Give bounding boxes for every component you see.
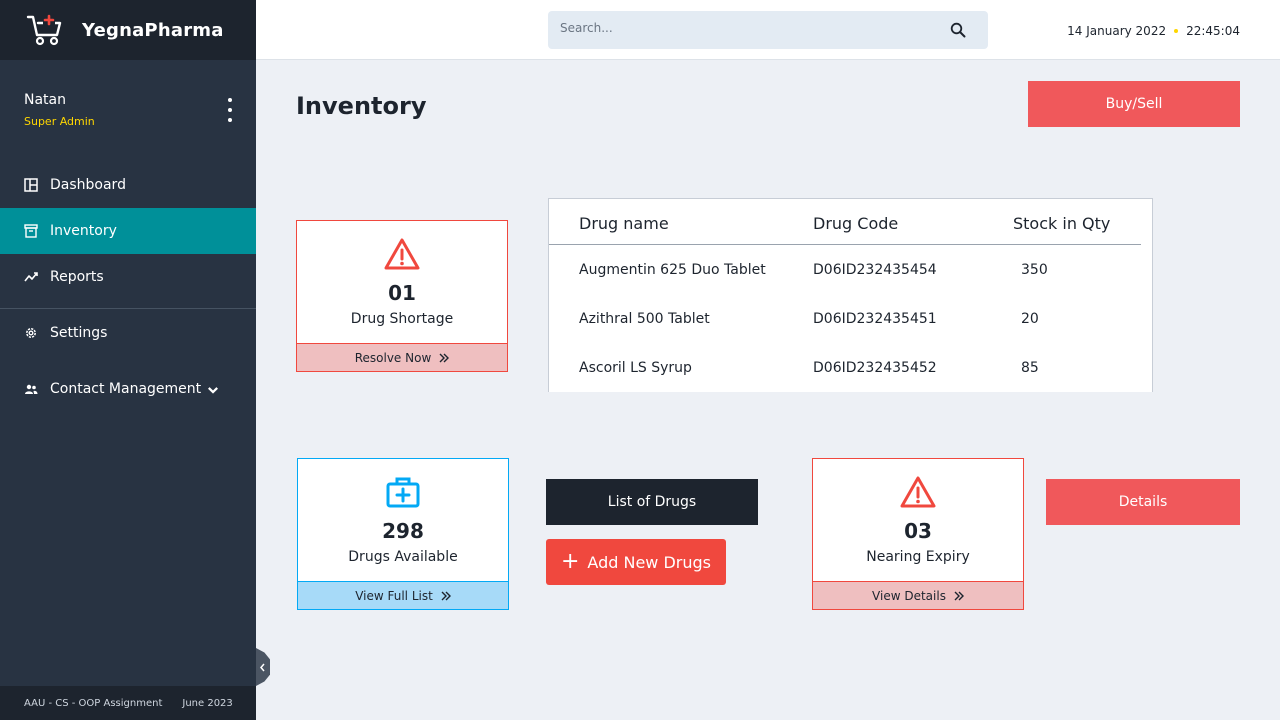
user-role: Super Admin bbox=[24, 115, 95, 128]
view-full-list-button[interactable]: View Full List bbox=[298, 581, 508, 609]
brand-bar: YegnaPharma bbox=[0, 0, 256, 60]
shortage-label: Drug Shortage bbox=[350, 311, 454, 327]
column-header-drug-name: Drug name bbox=[579, 214, 669, 233]
sidebar-item-label: Settings bbox=[50, 325, 108, 341]
column-header-drug-code: Drug Code bbox=[813, 214, 899, 233]
users-icon bbox=[25, 384, 38, 394]
sidebar-item-settings[interactable]: Settings bbox=[0, 310, 256, 356]
current-time: 22:45:04 bbox=[1186, 24, 1240, 38]
chevron-left-icon bbox=[259, 663, 265, 671]
add-new-drugs-label: Add New Drugs bbox=[587, 552, 711, 572]
drug-name-cell: Ascoril LS Syrup bbox=[579, 360, 692, 376]
footer-date: June 2023 bbox=[182, 697, 233, 709]
chevron-down-icon[interactable] bbox=[206, 383, 220, 397]
gear-icon bbox=[26, 328, 36, 338]
warning-icon bbox=[900, 476, 936, 508]
page-title: Inventory bbox=[296, 92, 427, 120]
search-input[interactable] bbox=[560, 21, 920, 35]
expiry-label: Nearing Expiry bbox=[866, 549, 970, 565]
sidebar-item-reports[interactable]: Reports bbox=[0, 254, 256, 300]
sidebar: YegnaPharma Natan Super Admin Dashboard … bbox=[0, 0, 256, 720]
view-details-button[interactable]: View Details bbox=[813, 581, 1023, 609]
top-bar: 14 January 2022 22:45:04 bbox=[256, 0, 1280, 60]
stock-cell: 85 bbox=[1021, 360, 1039, 376]
details-button[interactable]: Details bbox=[1046, 479, 1240, 525]
inventory-icon bbox=[24, 224, 38, 238]
resolve-now-label: Resolve Now bbox=[354, 350, 432, 365]
expiry-count: 03 bbox=[904, 519, 932, 543]
view-full-list-label: View Full List bbox=[355, 588, 433, 603]
drug-code-cell: D06ID232435452 bbox=[813, 360, 937, 376]
drug-code-cell: D06ID232435454 bbox=[813, 262, 937, 278]
table-header: Drug name Drug Code Stock in Qty bbox=[549, 199, 1141, 245]
drug-name-cell: Augmentin 625 Duo Tablet bbox=[579, 262, 766, 278]
search-box bbox=[548, 11, 988, 49]
separator-dot bbox=[1174, 29, 1179, 33]
user-name: Natan bbox=[24, 92, 66, 108]
current-date: 14 January 2022 bbox=[1067, 24, 1167, 38]
more-options-icon[interactable] bbox=[222, 98, 238, 122]
drugs-table: Drug name Drug Code Stock in Qty Augment… bbox=[548, 198, 1153, 392]
table-row[interactable]: Augmentin 625 Duo Tablet D06ID232435454 … bbox=[549, 245, 1141, 294]
nearing-expiry-card: 03 Nearing Expiry View Details bbox=[812, 458, 1024, 610]
list-of-drugs-button[interactable]: List of Drugs bbox=[546, 479, 758, 525]
sidebar-item-label: Reports bbox=[50, 269, 104, 285]
buy-sell-button[interactable]: Buy/Sell bbox=[1028, 81, 1240, 127]
drug-code-cell: D06ID232435451 bbox=[813, 311, 937, 327]
double-chevron-right-icon bbox=[954, 591, 964, 600]
warning-icon bbox=[384, 238, 420, 270]
medical-cart-icon bbox=[26, 14, 62, 46]
sidebar-item-label: Dashboard bbox=[50, 177, 126, 193]
brand-name: YegnaPharma bbox=[82, 19, 224, 41]
search-icon[interactable] bbox=[950, 22, 966, 38]
first-aid-kit-icon bbox=[386, 477, 420, 508]
sidebar-divider bbox=[0, 308, 256, 309]
drug-name-cell: Azithral 500 Tablet bbox=[579, 311, 710, 327]
footer-text: AAU - CS - OOP Assignment bbox=[24, 697, 163, 709]
sidebar-footer: AAU - CS - OOP Assignment June 2023 bbox=[0, 686, 256, 720]
shortage-count: 01 bbox=[388, 281, 416, 305]
double-chevron-right-icon bbox=[441, 591, 451, 600]
dashboard-icon bbox=[24, 178, 38, 192]
plus-icon: + bbox=[560, 549, 580, 574]
user-profile: Natan Super Admin bbox=[0, 60, 256, 158]
available-label: Drugs Available bbox=[348, 549, 458, 565]
view-details-label: View Details bbox=[872, 588, 946, 603]
sidebar-item-label: Inventory bbox=[50, 223, 117, 239]
available-count: 298 bbox=[382, 519, 424, 543]
table-row[interactable]: Ascoril LS Syrup D06ID232435452 85 bbox=[549, 343, 1141, 392]
stock-cell: 350 bbox=[1021, 262, 1048, 278]
reports-icon bbox=[24, 272, 38, 282]
sidebar-item-inventory[interactable]: Inventory bbox=[0, 208, 256, 254]
table-row[interactable]: Azithral 500 Tablet D06ID232435451 20 bbox=[549, 294, 1141, 343]
drugs-available-card: 298 Drugs Available View Full List bbox=[297, 458, 509, 610]
add-new-drugs-button[interactable]: + Add New Drugs bbox=[546, 539, 726, 585]
drug-shortage-card: 01 Drug Shortage Resolve Now bbox=[296, 220, 508, 372]
resolve-now-button[interactable]: Resolve Now bbox=[297, 343, 507, 371]
stock-cell: 20 bbox=[1021, 311, 1039, 327]
sidebar-collapse-handle[interactable] bbox=[256, 648, 270, 686]
sidebar-item-contact-management[interactable]: Contact Management bbox=[0, 366, 256, 412]
double-chevron-right-icon bbox=[439, 353, 450, 362]
column-header-stock: Stock in Qty bbox=[1013, 214, 1111, 233]
sidebar-item-dashboard[interactable]: Dashboard bbox=[0, 162, 256, 208]
sidebar-item-label: Contact Management bbox=[50, 381, 202, 397]
date-time: 14 January 2022 22:45:04 bbox=[1067, 24, 1240, 38]
